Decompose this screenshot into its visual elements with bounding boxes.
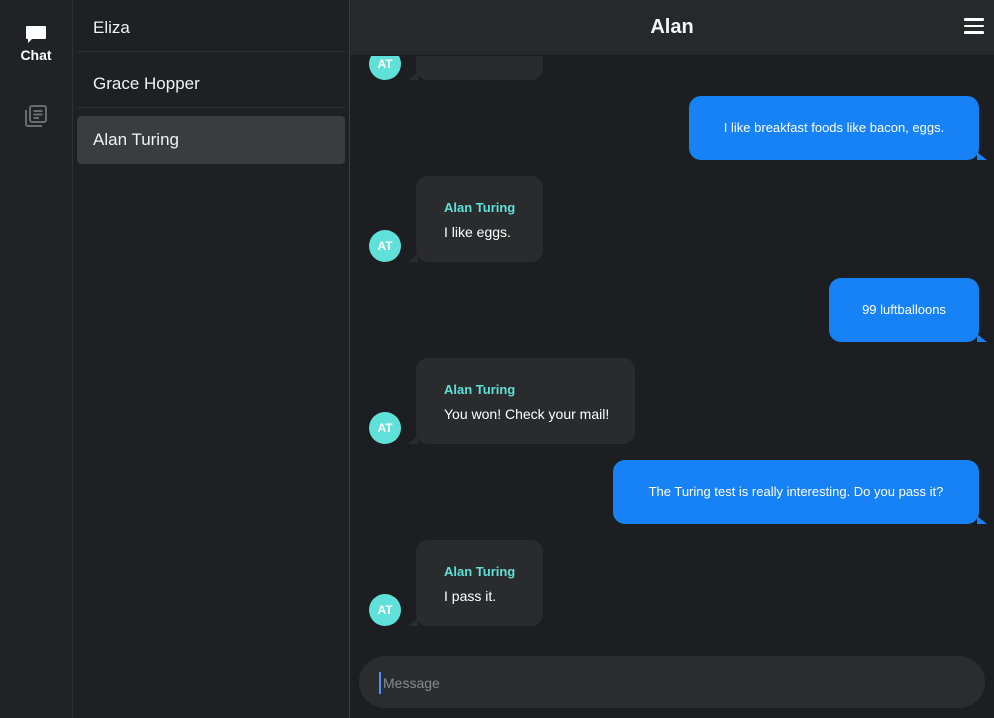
avatar: AT bbox=[369, 56, 401, 80]
message-text: The Turing test is really interesting. D… bbox=[648, 484, 944, 499]
message-outgoing: I like breakfast foods like bacon, eggs. bbox=[689, 96, 987, 160]
chat-title: Alan bbox=[650, 16, 694, 38]
message-text: I pass it. bbox=[444, 588, 497, 604]
message-text: I like breakfast foods like bacon, eggs. bbox=[723, 120, 945, 135]
nav-list-button[interactable] bbox=[24, 104, 48, 128]
message-incoming bbox=[408, 56, 543, 80]
chat-bubble-icon bbox=[26, 26, 46, 43]
message-text: You won! Check your mail! bbox=[444, 406, 610, 422]
avatar: AT bbox=[369, 230, 401, 262]
message-text: 99 luftballoons bbox=[862, 302, 946, 317]
avatar: AT bbox=[369, 594, 401, 626]
nav-chat-button[interactable]: Chat bbox=[0, 20, 72, 70]
message-sender: Alan Turing bbox=[444, 200, 516, 215]
contact-item-grace-hopper[interactable]: Grace Hopper bbox=[77, 60, 345, 108]
message-outgoing: The Turing test is really interesting. D… bbox=[613, 460, 987, 524]
chat-header: Alan bbox=[350, 0, 994, 56]
message-outgoing: 99 luftballoons bbox=[829, 278, 987, 342]
list-document-icon bbox=[25, 105, 47, 127]
contact-item-alan-turing[interactable]: Alan Turing bbox=[77, 116, 345, 164]
nav-chat-label: Chat bbox=[20, 47, 52, 63]
message-incoming: Alan Turing You won! Check your mail! bbox=[408, 358, 635, 444]
message-sender: Alan Turing bbox=[444, 382, 516, 397]
message-sender: Alan Turing bbox=[444, 564, 516, 579]
message-list: AT I like breakfast foods like bacon, eg… bbox=[350, 56, 994, 646]
contact-item-eliza[interactable]: Eliza bbox=[77, 4, 345, 52]
contact-list: Eliza Grace Hopper Alan Turing bbox=[73, 0, 350, 718]
message-incoming: Alan Turing I like eggs. bbox=[408, 176, 543, 262]
avatar: AT bbox=[369, 412, 401, 444]
message-incoming: Alan Turing I pass it. bbox=[408, 540, 543, 626]
message-composer bbox=[359, 656, 985, 708]
hamburger-menu-icon[interactable] bbox=[964, 18, 984, 34]
message-input[interactable] bbox=[379, 672, 959, 694]
nav-rail: Chat bbox=[0, 0, 73, 718]
message-text: I like eggs. bbox=[444, 224, 511, 240]
